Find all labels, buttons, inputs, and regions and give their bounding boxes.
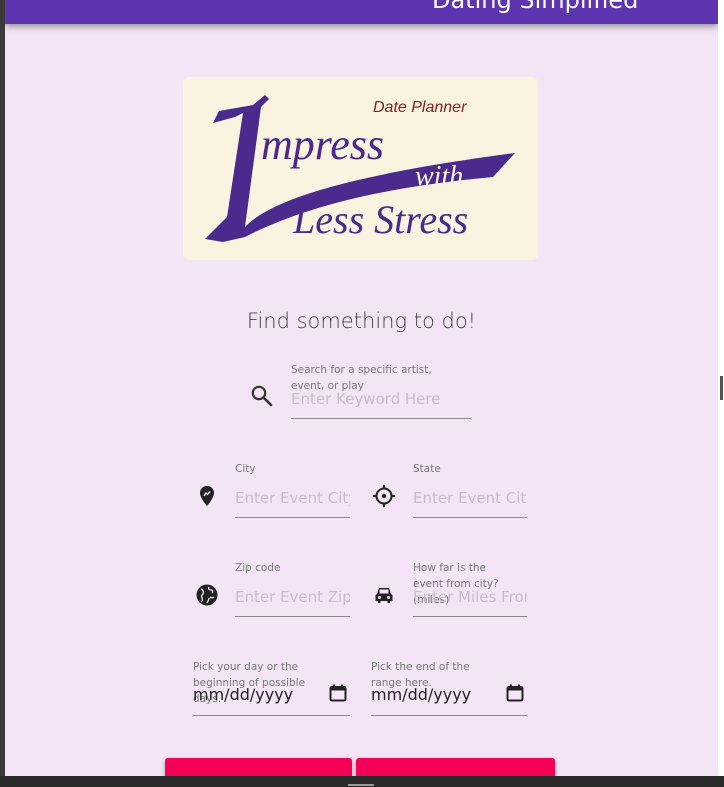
start-date-input[interactable]: mm/dd/yyyy xyxy=(193,685,293,704)
logo: Date Planner mpress with Less Stress xyxy=(183,77,538,260)
pin-icon xyxy=(195,484,219,508)
logo-line1: mpress xyxy=(261,120,384,169)
random-button[interactable] xyxy=(356,758,555,776)
logo-line2: with xyxy=(415,161,463,192)
city-field: City xyxy=(235,461,350,519)
search-field: Search for a specific artist, event, or … xyxy=(291,362,471,420)
end-date-underline xyxy=(371,715,527,716)
app-title: Dating Simplified xyxy=(432,0,639,14)
end-calendar-icon[interactable] xyxy=(506,684,524,702)
state-field: State xyxy=(413,461,527,519)
menu-icon[interactable] xyxy=(397,0,415,8)
search-button[interactable] xyxy=(165,758,352,776)
end-date-input[interactable]: mm/dd/yyyy xyxy=(371,685,471,704)
state-input[interactable] xyxy=(413,487,527,509)
miles-field: How far is the event from city? (miles) xyxy=(413,560,527,618)
start-date-field: Pick your day or the beginning of possib… xyxy=(193,659,350,717)
state-label: State xyxy=(413,463,441,475)
city-input[interactable] xyxy=(235,487,350,509)
app-bar: Dating Simplified xyxy=(5,0,718,24)
globe-icon xyxy=(195,583,219,607)
end-date-field: Pick the end of the range here. mm/dd/yy… xyxy=(371,659,527,717)
zip-field: Zip code xyxy=(235,560,350,618)
crosshair-icon xyxy=(372,484,396,508)
logo-line3: Less Stress xyxy=(292,197,468,242)
search-icon xyxy=(250,384,274,408)
city-label: City xyxy=(235,463,256,475)
zip-underline xyxy=(235,616,350,617)
miles-input[interactable] xyxy=(413,586,527,608)
search-underline xyxy=(291,418,471,419)
start-date-underline xyxy=(193,715,350,716)
page: Dating Simplified Date Planner mpress wi… xyxy=(5,0,718,776)
logo-tagline: Date Planner xyxy=(373,99,467,116)
car-icon xyxy=(372,583,396,607)
resize-handle[interactable] xyxy=(348,784,374,786)
city-underline xyxy=(235,517,350,518)
scrollbar-thumb[interactable] xyxy=(720,376,723,400)
state-underline xyxy=(413,517,527,518)
page-heading: Find something to do! xyxy=(246,309,477,333)
search-input[interactable] xyxy=(291,388,471,410)
start-calendar-icon[interactable] xyxy=(329,684,347,702)
zip-label: Zip code xyxy=(235,562,281,574)
zip-input[interactable] xyxy=(235,586,350,608)
miles-underline xyxy=(413,616,527,617)
